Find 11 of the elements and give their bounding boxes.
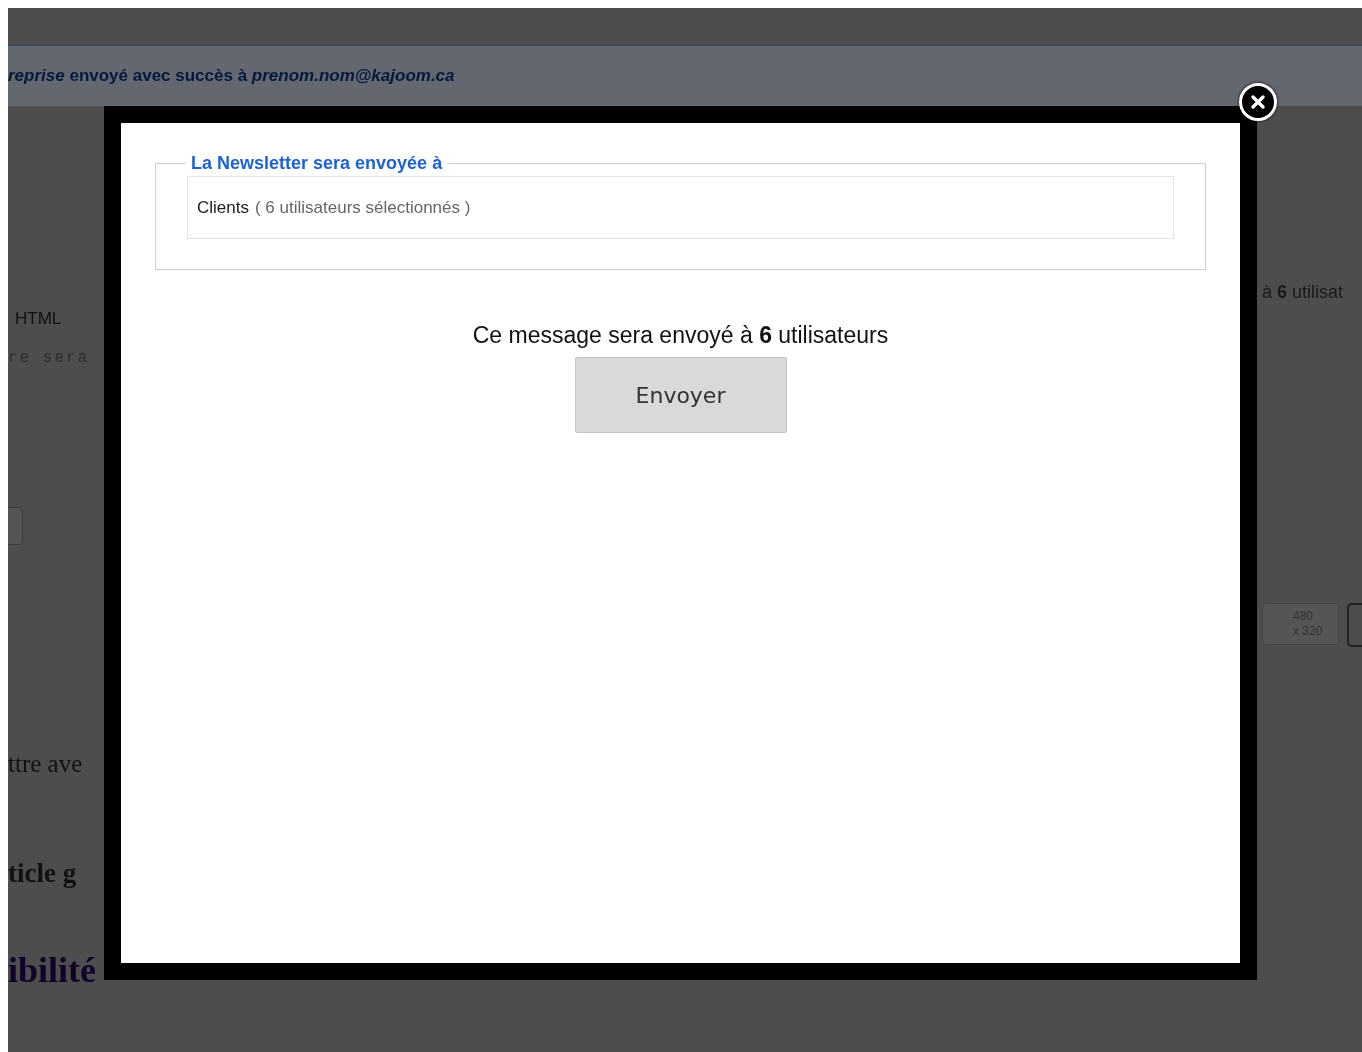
recipient-group: Clients xyxy=(197,197,249,218)
success-message: reprise envoyé avec succès à prenom.nom@kajoom.ca xyxy=(8,66,455,86)
page-text: ibilité xyxy=(8,949,97,991)
send-message: Ce message sera envoyé à 6 utilisateurs xyxy=(472,322,889,349)
close-icon xyxy=(1250,94,1266,110)
recipient-count: ( 6 utilisateurs sélectionnés ) xyxy=(254,197,471,218)
page-text: ticle g xyxy=(8,858,78,889)
send-button[interactable]: Envoyer xyxy=(574,357,787,433)
page-text: ttre ave xyxy=(8,750,84,778)
page-text: HTML xyxy=(14,309,63,329)
recipients-legend: La Newsletter sera envoyée à xyxy=(186,153,448,174)
